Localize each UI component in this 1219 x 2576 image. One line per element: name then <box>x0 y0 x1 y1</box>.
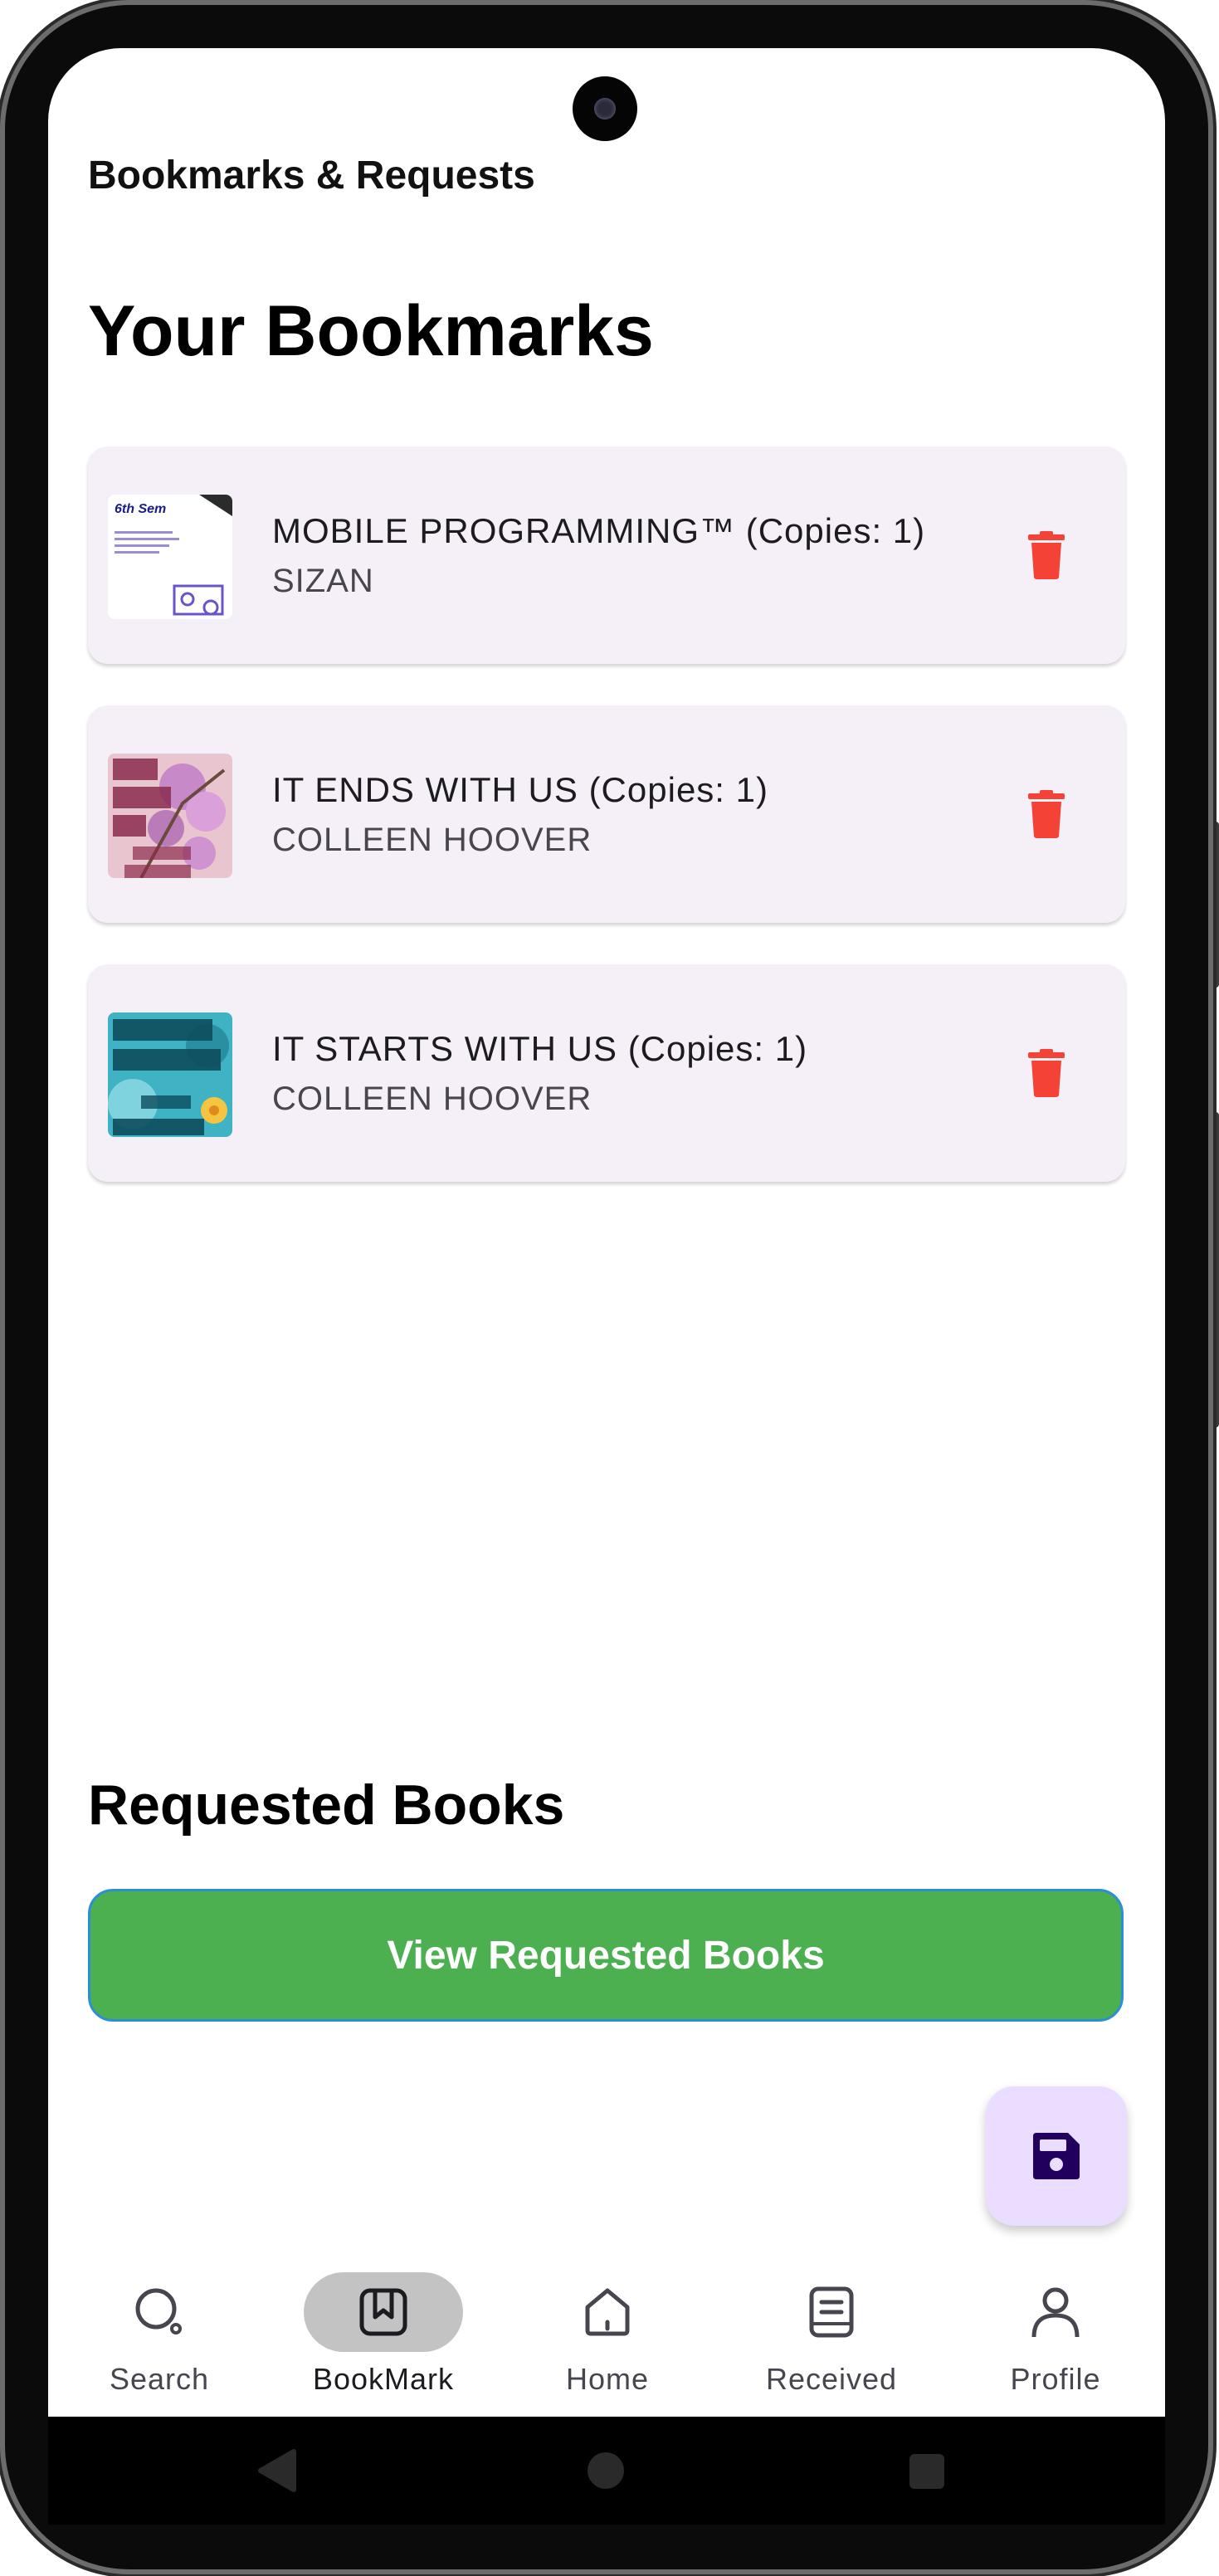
trash-icon <box>1028 531 1065 579</box>
power-button <box>1211 1112 1219 1427</box>
nav-item-profile[interactable]: Profile <box>964 2256 1147 2417</box>
app-bar-title: Bookmarks & Requests <box>88 154 535 198</box>
bookmarks-heading: Your Bookmarks <box>88 291 654 371</box>
delete-bookmark-button[interactable] <box>1017 526 1075 584</box>
nav-item-bookmark[interactable]: BookMark <box>292 2256 475 2417</box>
recents-icon[interactable] <box>908 2452 946 2491</box>
bookmark-card[interactable]: IT STARTS WITH US (Copies: 1) COLLEEN HO… <box>88 964 1125 1182</box>
bookmark-card[interactable]: IT ENDS WITH US (Copies: 1) COLLEEN HOOV… <box>88 705 1125 923</box>
trash-icon <box>1028 1049 1065 1097</box>
save-icon <box>1033 2133 1080 2179</box>
nav-label: Home <box>565 2362 650 2396</box>
person-icon <box>1031 2287 1080 2338</box>
save-fab[interactable] <box>986 2086 1127 2226</box>
book-title: MOBILE PROGRAMMING™ (Copies: 1) <box>272 511 926 550</box>
it-starts-with-us-cover <box>108 1012 232 1137</box>
nav-item-search[interactable]: Search <box>68 2256 251 2417</box>
nav-label: Search <box>109 2362 210 2396</box>
trash-icon <box>1028 790 1065 838</box>
bookmark-icon <box>359 2288 407 2336</box>
search-icon <box>135 2288 182 2334</box>
bookmark-card[interactable]: 6th Sem MOBILE PROGRAMMING™ (Copies: 1) … <box>88 446 1125 664</box>
cover-label: 6th Sem <box>115 502 166 516</box>
nav-item-home[interactable]: Home <box>516 2256 699 2417</box>
nav-label: Profile <box>1010 2362 1101 2396</box>
app-screen: Bookmarks & Requests Your Bookmarks 6th … <box>48 48 1165 2417</box>
book-author: COLLEEN HOOVER <box>272 822 592 858</box>
book-title: IT ENDS WITH US (Copies: 1) <box>272 770 768 809</box>
delete-bookmark-button[interactable] <box>1017 1044 1075 1102</box>
bottom-navigation: Search BookMark Home Received Profile <box>48 2256 1165 2417</box>
book-author: SIZAN <box>272 563 374 599</box>
book-icon <box>809 2286 854 2338</box>
nav-label: Received <box>765 2362 898 2396</box>
book-author: COLLEEN HOOVER <box>272 1081 592 1117</box>
system-navigation-bar <box>48 2417 1165 2525</box>
it-ends-with-us-cover <box>108 754 232 878</box>
delete-bookmark-button[interactable] <box>1017 785 1075 843</box>
requested-books-heading: Requested Books <box>88 1773 565 1837</box>
back-icon[interactable] <box>257 2448 297 2493</box>
mobile-programming-cover: 6th Sem <box>108 495 232 619</box>
nav-label: BookMark <box>312 2362 455 2396</box>
book-title: IT STARTS WITH US (Copies: 1) <box>272 1029 808 1068</box>
view-requested-books-button[interactable]: View Requested Books <box>88 1889 1124 2022</box>
phone-frame: Bookmarks & Requests Your Bookmarks 6th … <box>0 0 1219 2576</box>
home-icon <box>585 2288 630 2336</box>
volume-button <box>1211 822 1219 988</box>
nav-item-received[interactable]: Received <box>740 2256 923 2417</box>
front-camera <box>573 76 637 141</box>
home-circle-icon[interactable] <box>586 2451 626 2491</box>
